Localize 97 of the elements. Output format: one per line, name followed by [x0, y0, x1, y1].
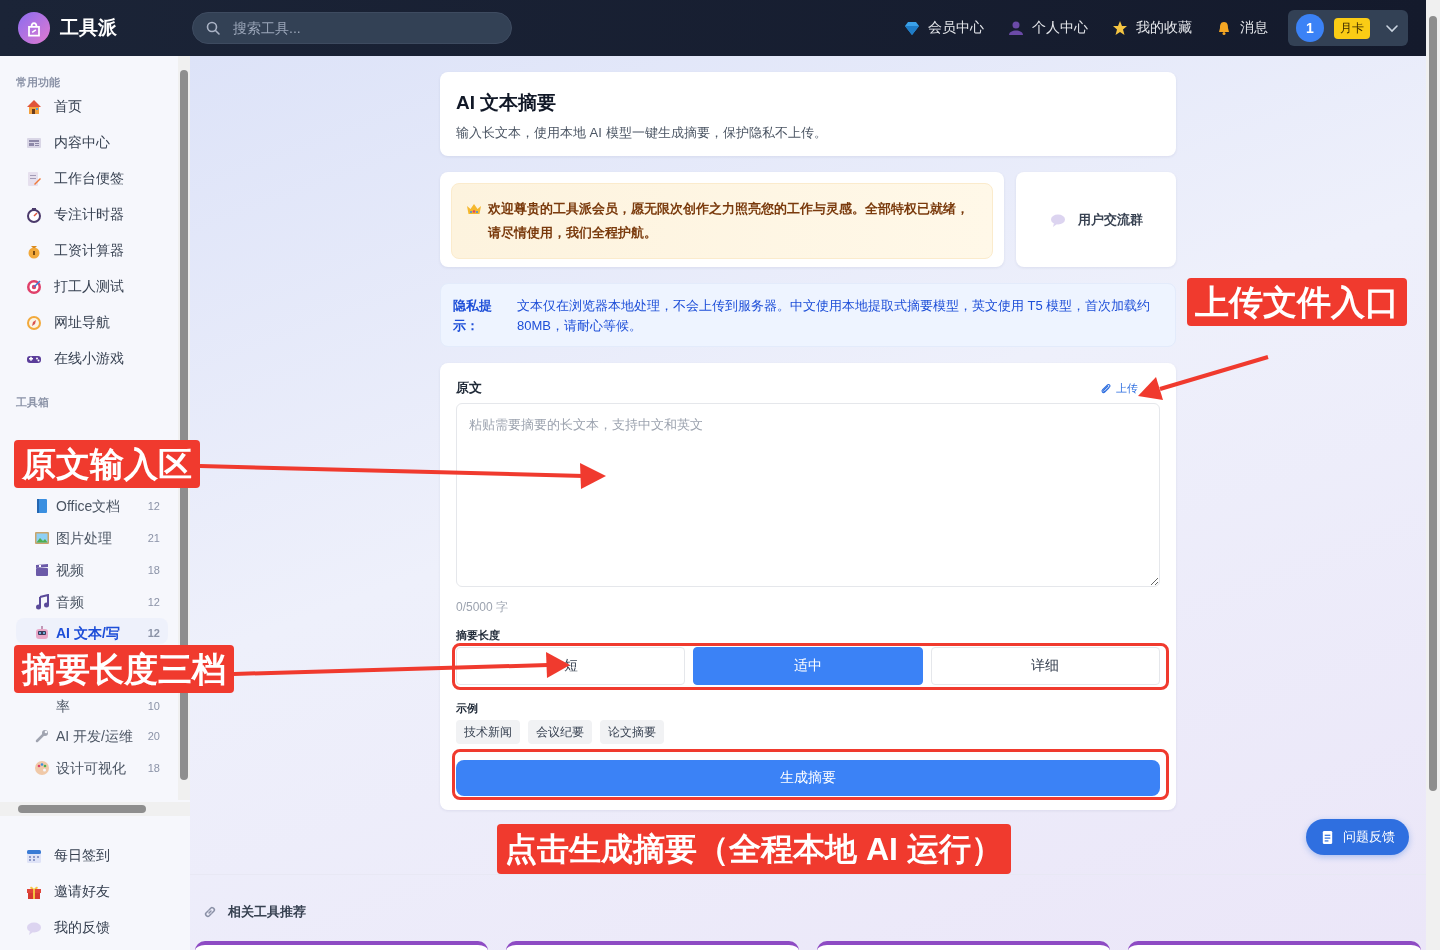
nav-link[interactable]: 会员中心	[904, 19, 984, 37]
logo-text: 工具派	[60, 16, 117, 40]
calendar-icon	[26, 848, 42, 864]
memo-icon	[26, 171, 42, 187]
sidebar-item[interactable]: AI 开发/运维 20	[16, 720, 168, 752]
sidebar-item[interactable]: 打工人测试	[16, 269, 176, 305]
diamond-icon	[904, 20, 920, 36]
sidebar-item[interactable]: Office文档 12	[16, 490, 168, 522]
sidebar-item-label: Office文档	[56, 497, 122, 516]
sidebar-item[interactable]: 专注计时器	[16, 197, 176, 233]
sidebar-item[interactable]: 每日签到	[16, 838, 190, 874]
upload-link[interactable]: 上传	[1099, 380, 1138, 396]
sidebar-item-label: AI 开发/运维	[56, 727, 134, 746]
palette-icon	[34, 760, 50, 776]
sidebar-item-label: AI 文本/写	[56, 624, 121, 643]
user-group-button[interactable]: 用户交流群	[1016, 172, 1176, 267]
item-count: 10	[147, 699, 160, 714]
sidebar-item[interactable]: 率 10	[16, 694, 168, 718]
privacy-label: 隐私提示：	[453, 297, 493, 334]
page-title: AI 文本摘要	[456, 91, 558, 115]
section-title: 常用功能	[16, 76, 61, 89]
nav-link[interactable]: 个人中心	[1008, 19, 1088, 37]
sidebar-item[interactable]: 音频 12	[16, 586, 168, 618]
money-bag-icon	[26, 243, 42, 259]
book-icon	[34, 498, 50, 514]
clapperboard-icon	[34, 562, 50, 578]
sidebar-item[interactable]: 我的反馈	[16, 910, 190, 946]
nav-link[interactable]: 消息	[1216, 19, 1268, 37]
newspaper-icon	[26, 135, 42, 151]
example-chip[interactable]: 技术新闻	[456, 720, 520, 744]
item-count: 12	[147, 595, 160, 610]
sidebar-item[interactable]: 在线小游戏	[16, 341, 176, 377]
sidebar-item[interactable]: 图片处理 21	[16, 522, 168, 554]
link-icon	[202, 904, 218, 920]
item-count: 18	[147, 761, 160, 776]
annotation-label: 原文输入区	[14, 440, 200, 488]
stopwatch-icon	[26, 207, 42, 223]
sidebar-item[interactable]: 邀请好友	[16, 874, 190, 910]
sidebar-item[interactable]: 网址导航	[16, 305, 176, 341]
example-chip[interactable]: 论文摘要	[600, 720, 664, 744]
robot-icon	[34, 625, 50, 641]
paperclip-icon	[1099, 381, 1112, 395]
welcome-message: 欢迎尊贵的工具派会员，愿无限次创作之力照亮您的工作与灵感。全部特权已就绪，请尽情使用，我们全程护航。	[488, 200, 970, 242]
sidebar-item[interactable]: 视频 18	[16, 554, 168, 586]
character-counter: 0/5000 字	[456, 599, 510, 616]
item-count: 12	[147, 626, 160, 641]
annotation-label: 上传文件入口	[1187, 278, 1407, 326]
sidebar-item-label: 设计可视化	[56, 759, 127, 778]
annotation-label: 摘要长度三档	[14, 645, 234, 693]
picture-icon	[34, 530, 50, 546]
avatar: 1	[1296, 14, 1324, 42]
length-option[interactable]: 适中	[693, 647, 923, 685]
sidebar-item-label: 音频	[56, 593, 85, 612]
gift-icon	[26, 884, 42, 900]
item-count: 18	[147, 563, 160, 578]
field-label: 摘要长度	[456, 628, 501, 643]
sidebar-item[interactable]: 内容中心	[16, 125, 176, 161]
length-option[interactable]: 详细	[930, 647, 1160, 685]
section-title: 相关工具推荐	[228, 903, 306, 921]
document-icon	[1320, 829, 1335, 845]
sidebar-item-label: 视频	[56, 561, 85, 580]
sidebar-item[interactable]: 设计可视化 18	[16, 752, 168, 784]
annotation-label: 点击生成摘要（全程本地 AI 运行）	[497, 824, 1011, 874]
target-icon	[26, 279, 42, 295]
search-field[interactable]: 搜索工具...	[192, 12, 512, 44]
compass-icon	[26, 315, 42, 331]
sidebar-item[interactable]: AI 文本/写 12	[16, 618, 168, 644]
user-menu-button[interactable]: 1 月卡	[1288, 10, 1408, 46]
generate-button[interactable]: 生成摘要	[456, 760, 1160, 796]
privacy-text: 文本仅在浏览器本地处理，不会上传到服务器。中文使用本地提取式摘要模型，英文使用 T5 模型，首次加载约 80MB，请耐心等候。	[517, 297, 1152, 334]
section-title: 工具箱	[16, 396, 50, 409]
search-icon	[205, 20, 221, 36]
music-note-icon	[34, 594, 50, 610]
house-icon	[26, 99, 42, 115]
sidebar-item[interactable]: 工资计算器	[16, 233, 176, 269]
field-label: 示例	[456, 701, 479, 716]
example-chip[interactable]: 会议纪要	[528, 720, 592, 744]
speech-bubble-icon	[26, 920, 42, 936]
field-label: 原文	[456, 379, 482, 397]
person-icon	[1008, 20, 1024, 36]
page-subtitle: 输入长文本，使用本地 AI 模型一键生成摘要，保护隐私不上传。	[456, 124, 828, 142]
sidebar-item[interactable]: 首页	[16, 89, 176, 125]
text-input-area[interactable]: 粘贴需要摘要的长文本，支持中文和英文	[456, 403, 1160, 587]
item-count: 21	[147, 531, 160, 546]
item-count: 12	[147, 499, 160, 514]
sidebar-item-label: 率	[56, 697, 71, 716]
sidebar-item-label: 图片处理	[56, 529, 113, 548]
feedback-button[interactable]: 问题反馈	[1306, 819, 1409, 855]
bell-icon	[1216, 20, 1232, 36]
wrench-icon	[34, 728, 50, 744]
item-count: 20	[147, 729, 160, 744]
sidebar-item[interactable]: 工作台便签	[16, 161, 176, 197]
membership-badge: 月卡	[1334, 17, 1370, 39]
star-icon	[1112, 20, 1128, 36]
horizontal-scrollbar[interactable]	[0, 802, 190, 816]
nav-link[interactable]: 我的收藏	[1112, 19, 1192, 37]
page-scrollbar[interactable]	[1426, 0, 1440, 950]
